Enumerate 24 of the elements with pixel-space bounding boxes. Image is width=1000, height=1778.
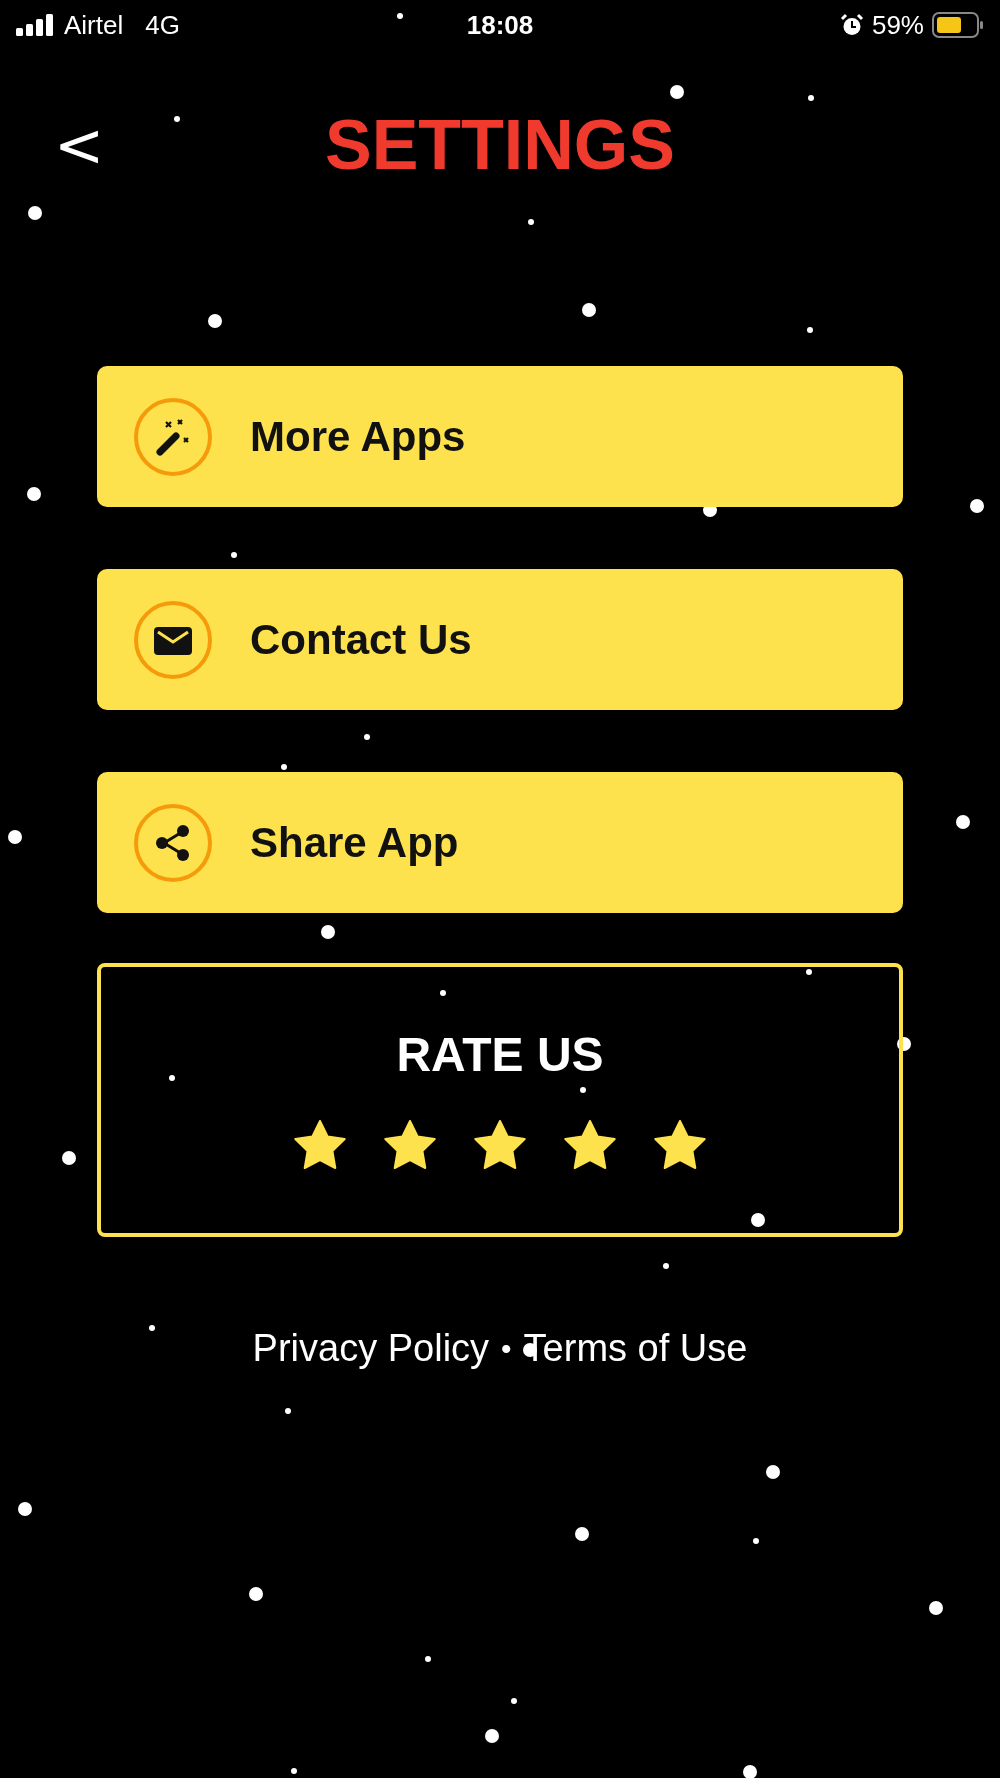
back-button[interactable]: < [54, 115, 105, 175]
footer-link[interactable]: Privacy Policy [252, 1327, 490, 1370]
battery-percentage: 59% [871, 9, 924, 41]
star-icon[interactable] [383, 1120, 437, 1172]
alarm-clock-icon [839, 13, 864, 37]
separator-dot: • [501, 1331, 512, 1366]
footer-link[interactable]: Terms of Use [523, 1327, 748, 1370]
rating-title: RATE US [396, 1027, 604, 1082]
star-icon[interactable] [563, 1120, 617, 1172]
menu-button[interactable]: Contact Us [97, 569, 903, 710]
menu-button[interactable]: Share App [97, 772, 903, 913]
envelope-icon [132, 598, 214, 681]
menu-button[interactable]: More Apps [97, 366, 903, 507]
clock-time: 18:08 [466, 9, 534, 41]
signal-icon [16, 14, 56, 36]
magic-wand-icon [132, 395, 214, 478]
star-icon[interactable] [293, 1120, 347, 1172]
page-title: SETTINGS [324, 110, 675, 180]
share-icon [132, 801, 214, 884]
battery-icon [932, 12, 984, 38]
star-icon[interactable] [473, 1120, 527, 1172]
star-icon[interactable] [653, 1120, 707, 1172]
carrier-name: Airtel [64, 9, 124, 41]
network-type: 4G [145, 9, 180, 41]
